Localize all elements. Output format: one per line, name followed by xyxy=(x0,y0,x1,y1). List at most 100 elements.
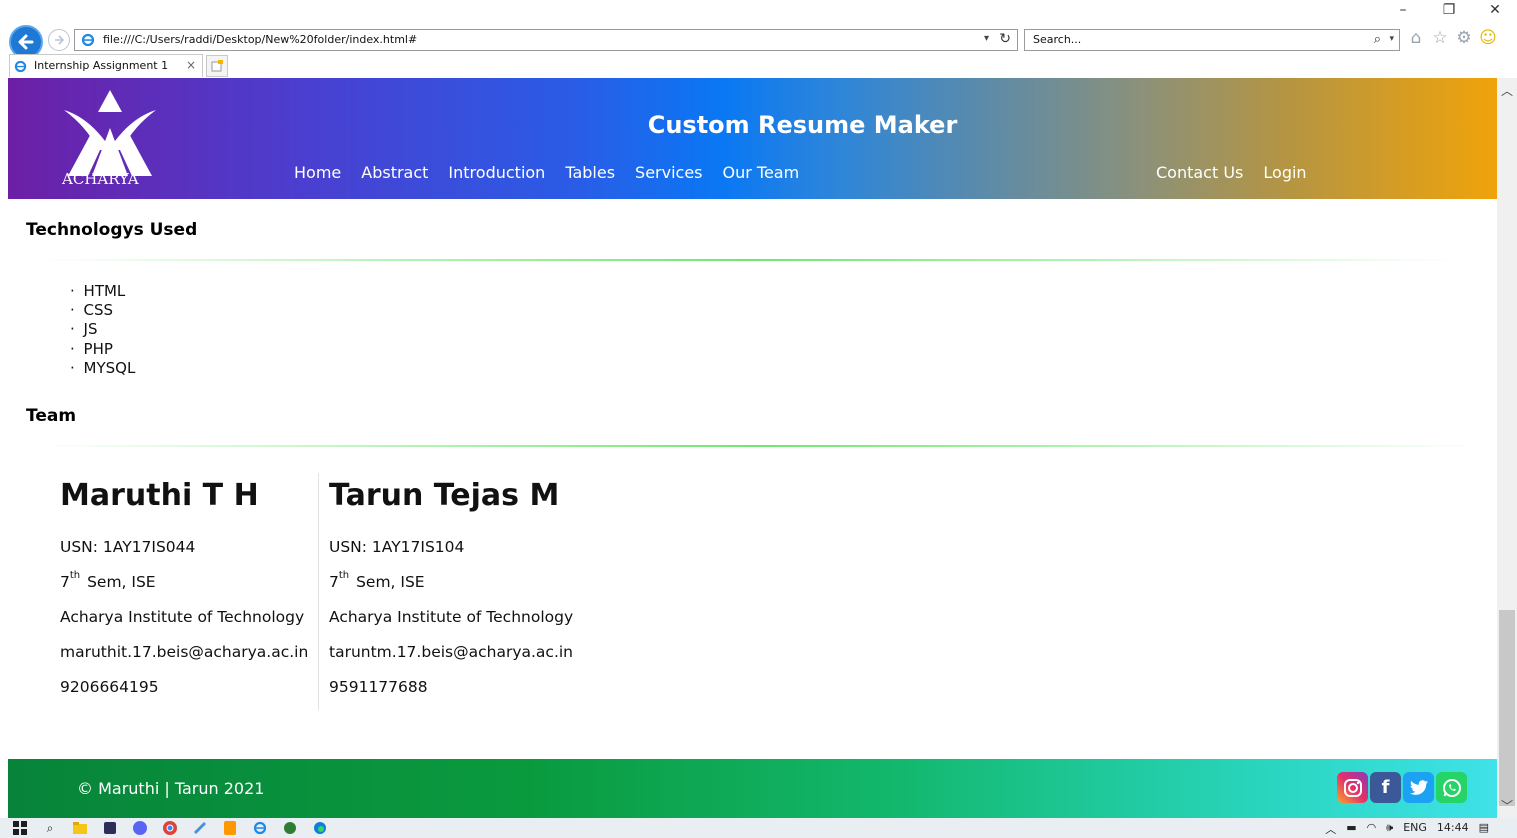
site-title: Custom Resume Maker xyxy=(647,111,958,139)
member-usn: USN: 1AY17IS104 xyxy=(329,537,465,556)
browser-window: – ❐ ✕ file:///C:/Users/raddi/Desktop/New… xyxy=(0,0,1517,838)
home-icon[interactable]: ⌂ xyxy=(1406,28,1426,48)
notifications-icon[interactable]: ▤ xyxy=(1479,821,1489,837)
technologies-heading: Technologys Used xyxy=(26,220,198,240)
nav-home[interactable]: Home xyxy=(294,163,341,182)
app-icon[interactable] xyxy=(192,820,208,836)
taskbar-apps: ⌕ xyxy=(12,820,328,836)
smiley-feedback-icon[interactable]: ☺ xyxy=(1478,28,1498,48)
member-usn: USN: 1AY17IS044 xyxy=(60,537,196,556)
address-dropdown-icon[interactable]: ▾ xyxy=(984,33,989,44)
refresh-icon[interactable]: ↻ xyxy=(999,31,1011,47)
list-item: CSS xyxy=(70,301,135,320)
nav-introduction[interactable]: Introduction xyxy=(448,163,545,182)
browser-toolbar: ⌂ ☆ ⚙ ☺ xyxy=(1406,28,1498,48)
member-email: maruthit.17.beis@acharya.ac.in xyxy=(60,642,309,661)
team-heading: Team xyxy=(26,406,77,426)
social-links: f xyxy=(1337,772,1467,803)
semester-branch: Sem, ISE xyxy=(82,572,156,591)
sublime-text-icon[interactable] xyxy=(222,820,238,836)
main-nav: Home Abstract Introduction Tables Servic… xyxy=(294,163,799,182)
member-college: Acharya Institute of Technology xyxy=(329,607,574,626)
list-item: MYSQL xyxy=(70,359,136,378)
file-explorer-icon[interactable] xyxy=(72,820,88,836)
ie-logo-icon xyxy=(81,33,95,47)
member-phone: 9206664195 xyxy=(60,677,159,696)
internet-explorer-icon[interactable] xyxy=(252,820,268,836)
scrollbar-thumb[interactable] xyxy=(1499,610,1515,806)
language-indicator[interactable]: ENG xyxy=(1403,821,1427,837)
window-controls: – ❐ ✕ xyxy=(1395,2,1503,18)
nav-tables[interactable]: Tables xyxy=(565,163,615,182)
search-box[interactable]: Search... ⌕ ▾ xyxy=(1024,29,1400,51)
discord-icon[interactable] xyxy=(132,820,148,836)
page-viewport: ACHARYA Custom Resume Maker Home Abstrac… xyxy=(8,78,1497,818)
vertical-scrollbar[interactable]: ︿ ﹀ xyxy=(1497,78,1517,818)
forward-button[interactable] xyxy=(48,29,70,51)
nav-login[interactable]: Login xyxy=(1263,163,1306,182)
member-divider xyxy=(318,473,319,710)
tray-expand-icon[interactable]: ︿ xyxy=(1325,821,1336,837)
semester-branch: Sem, ISE xyxy=(351,572,425,591)
nav-services[interactable]: Services xyxy=(635,163,702,182)
member-name: Maruthi T H xyxy=(60,478,259,513)
team-member-card: Tarun Tejas M USN: 1AY17IS104 7th Sem, I… xyxy=(329,478,573,704)
site-footer: © Maruthi | Tarun 2021 f xyxy=(8,759,1497,818)
twitter-icon[interactable] xyxy=(1403,772,1434,803)
chrome-icon[interactable] xyxy=(162,820,178,836)
settings-gear-icon[interactable]: ⚙ xyxy=(1454,28,1474,48)
scroll-up-icon[interactable]: ︿ xyxy=(1501,82,1513,99)
tab-ie-icon xyxy=(14,60,27,73)
list-item: JS xyxy=(70,320,135,339)
member-name: Tarun Tejas M xyxy=(329,478,560,513)
list-item: HTML xyxy=(70,282,135,301)
nav-our-team[interactable]: Our Team xyxy=(723,163,800,182)
search-placeholder: Search... xyxy=(1033,33,1082,46)
copyright-text: © Maruthi | Tarun 2021 xyxy=(77,779,265,798)
search-icon[interactable]: ⌕ xyxy=(1374,32,1381,47)
edge-icon[interactable] xyxy=(312,820,328,836)
back-arrow-icon xyxy=(18,34,34,50)
address-bar[interactable]: file:///C:/Users/raddi/Desktop/New%20fol… xyxy=(74,29,1018,51)
system-tray: ︿ ▬ ◠ 🕪 ENG 14:44 ▤ xyxy=(1325,821,1489,837)
secondary-nav: Contact Us Login xyxy=(1156,163,1307,182)
member-phone: 9591177688 xyxy=(329,677,428,696)
technologies-list: HTML CSS JS PHP MYSQL xyxy=(70,282,136,378)
media-app-icon[interactable] xyxy=(102,820,118,836)
restore-icon[interactable]: ❐ xyxy=(1441,2,1457,18)
minimize-icon[interactable]: – xyxy=(1395,2,1411,18)
whatsapp-icon[interactable] xyxy=(1436,772,1467,803)
semester-number: 7 xyxy=(60,572,70,591)
technologies-divider xyxy=(40,259,1456,261)
clock[interactable]: 14:44 xyxy=(1437,821,1469,837)
volume-icon[interactable]: 🕪 xyxy=(1386,821,1393,837)
tab-title: Internship Assignment 1 xyxy=(34,59,169,72)
site-header: ACHARYA Custom Resume Maker Home Abstrac… xyxy=(8,78,1497,199)
facebook-icon[interactable]: f xyxy=(1370,772,1401,803)
favorites-star-icon[interactable]: ☆ xyxy=(1430,28,1450,48)
semester-number: 7 xyxy=(329,572,339,591)
team-member-card: Maruthi T H USN: 1AY17IS044 7th Sem, ISE… xyxy=(60,478,308,704)
close-icon[interactable]: ✕ xyxy=(1487,2,1503,18)
browser-tab[interactable]: Internship Assignment 1 × xyxy=(9,54,203,77)
new-tab-button[interactable] xyxy=(206,55,228,77)
wifi-icon[interactable]: ◠ xyxy=(1367,821,1377,837)
scroll-down-icon[interactable]: ﹀ xyxy=(1501,797,1513,814)
vpn-app-icon[interactable] xyxy=(282,820,298,836)
browser-chrome: – ❐ ✕ file:///C:/Users/raddi/Desktop/New… xyxy=(0,0,1517,78)
logo-text: ACHARYA xyxy=(62,170,139,188)
nav-abstract[interactable]: Abstract xyxy=(361,163,428,182)
new-tab-icon xyxy=(211,60,223,72)
windows-taskbar: ⌕ ︿ ▬ ◠ 🕪 ENG 14:44 ▤ xyxy=(0,818,1517,838)
nav-contact-us[interactable]: Contact Us xyxy=(1156,163,1243,182)
url-text: file:///C:/Users/raddi/Desktop/New%20fol… xyxy=(103,33,418,46)
battery-icon[interactable]: ▬ xyxy=(1346,821,1356,837)
search-dropdown-icon[interactable]: ▾ xyxy=(1389,34,1394,44)
semester-suffix: th xyxy=(69,570,81,581)
tab-close-icon[interactable]: × xyxy=(186,58,196,72)
member-email: taruntm.17.beis@acharya.ac.in xyxy=(329,642,573,661)
list-item: PHP xyxy=(70,340,135,359)
windows-start-icon[interactable] xyxy=(12,820,28,836)
instagram-icon[interactable] xyxy=(1337,772,1368,803)
taskbar-search-icon[interactable]: ⌕ xyxy=(42,820,58,836)
